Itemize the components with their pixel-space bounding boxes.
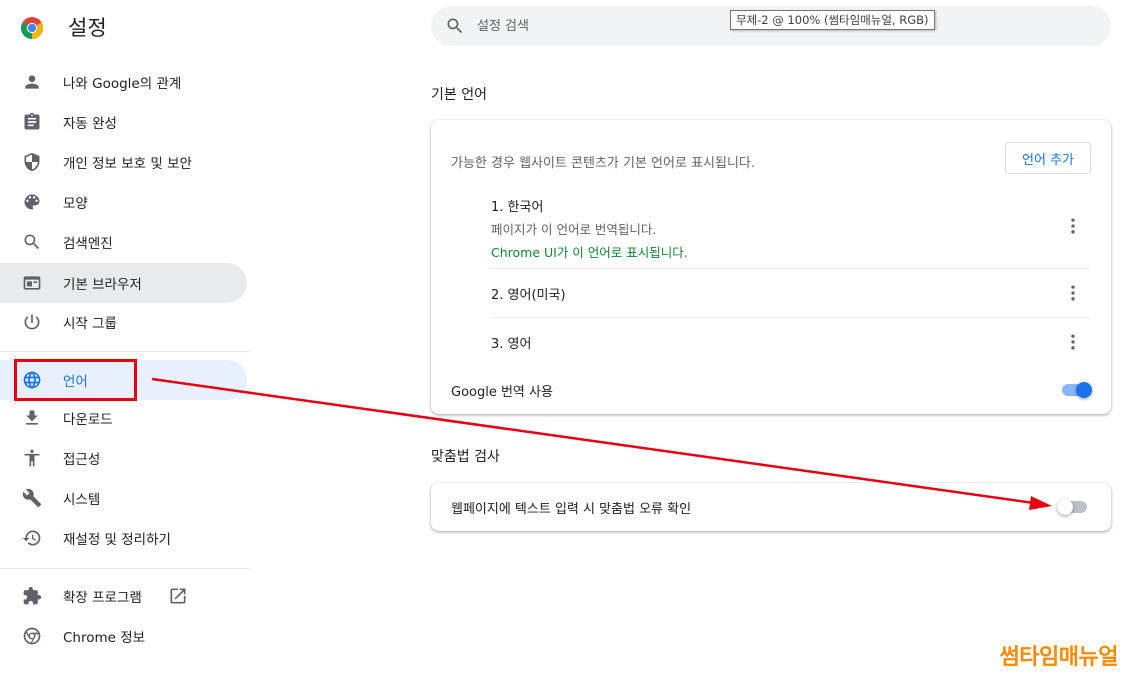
- document-tooltip: 무제-2 @ 100% (썸타임매뉴얼, RGB): [730, 10, 935, 30]
- sidebar-item-label: 다운로드: [63, 412, 113, 428]
- google-translate-toggle[interactable]: [1060, 382, 1092, 398]
- sidebar-item-label: 개인 정보 보호 및 보안: [63, 156, 192, 172]
- open-in-new-icon: [168, 586, 188, 606]
- sidebar-item-reset[interactable]: 재설정 및 정리하기: [0, 518, 247, 558]
- language-row: 2. 영어(미국): [491, 284, 1091, 303]
- sidebar-item-google-account[interactable]: 나와 Google의 관계: [0, 62, 247, 102]
- spellcheck-card: 웹페이지에 텍스트 입력 시 맞춤법 오류 확인: [431, 483, 1111, 531]
- sidebar-item-label: 나와 Google의 관계: [63, 76, 182, 92]
- sidebar-divider: [0, 568, 250, 569]
- sidebar-divider: [0, 351, 250, 352]
- sidebar-item-appearance[interactable]: 모양: [0, 182, 247, 222]
- languages-description: 가능한 경우 웹사이트 콘텐츠가 기본 언어로 표시됩니다.: [451, 156, 756, 171]
- sidebar-item-autofill[interactable]: 자동 완성: [0, 102, 247, 142]
- more-actions-icon[interactable]: [1061, 281, 1085, 305]
- sidebar-item-label: 시작 그룹: [63, 316, 117, 332]
- search-icon: [22, 232, 42, 252]
- sidebar-item-system[interactable]: 시스템: [0, 478, 247, 518]
- row-divider: [491, 317, 1091, 318]
- language-ui-note: Chrome UI가 이 언어로 표시됩니다.: [491, 245, 688, 260]
- sidebar-item-accessibility[interactable]: 접근성: [0, 438, 247, 478]
- sidebar-item-downloads[interactable]: 다운로드: [0, 398, 247, 438]
- clipboard-icon: [22, 112, 42, 132]
- sidebar-item-label: 검색엔진: [63, 236, 113, 252]
- language-translate-note: 페이지가 이 언어로 번역됩니다.: [491, 222, 657, 237]
- languages-card: 가능한 경우 웹사이트 콘텐츠가 기본 언어로 표시됩니다. 언어 추가 1. …: [431, 120, 1111, 414]
- language-row: 1. 한국어 페이지가 이 언어로 번역됩니다. Chrome UI가 이 언어…: [491, 196, 1091, 261]
- language-row: 3. 영어: [491, 333, 1091, 352]
- chrome-logo-icon: [21, 17, 43, 39]
- puzzle-icon: [22, 586, 42, 606]
- sidebar-item-label: Chrome 정보: [63, 630, 146, 646]
- sidebar-item-about-chrome[interactable]: Chrome 정보: [0, 616, 247, 656]
- google-translate-label: Google 번역 사용: [451, 385, 553, 400]
- sidebar-item-label: 자동 완성: [63, 116, 117, 132]
- annotation-highlight-box: [14, 359, 137, 401]
- sidebar-item-label: 접근성: [63, 452, 101, 468]
- toggle-knob: [1076, 382, 1092, 398]
- more-actions-icon[interactable]: [1061, 330, 1085, 354]
- sidebar-item-search-engine[interactable]: 검색엔진: [0, 222, 247, 262]
- spellcheck-section-title: 맞춤법 검사: [431, 449, 500, 465]
- spellcheck-toggle[interactable]: [1057, 499, 1089, 515]
- chrome-icon: [22, 626, 42, 646]
- add-language-button[interactable]: 언어 추가: [1005, 142, 1091, 174]
- browser-icon: [22, 273, 42, 293]
- row-divider: [491, 268, 1091, 269]
- shield-icon: [22, 152, 42, 172]
- sidebar-item-privacy[interactable]: 개인 정보 보호 및 보안: [0, 142, 247, 182]
- wrench-icon: [22, 488, 42, 508]
- spellcheck-label: 웹페이지에 텍스트 입력 시 맞춤법 오류 확인: [451, 502, 692, 517]
- watermark-logo: 썸타임매뉴얼: [999, 645, 1119, 670]
- power-icon: [22, 312, 42, 332]
- languages-section-title: 기본 언어: [431, 87, 487, 103]
- sidebar: 설정 나와 Google의 관계 자동 완성 개인 정보 보호 및 보안 모양 …: [0, 0, 250, 679]
- sidebar-item-on-startup[interactable]: 시작 그룹: [0, 302, 247, 342]
- sidebar-item-label: 재설정 및 정리하기: [63, 532, 171, 548]
- language-name: 2. 영어(미국): [491, 288, 566, 303]
- sidebar-item-label: 시스템: [63, 492, 101, 508]
- sidebar-item-label: 모양: [63, 196, 88, 212]
- download-icon: [22, 408, 42, 428]
- language-name: 3. 영어: [491, 337, 532, 352]
- toggle-knob: [1057, 499, 1073, 515]
- sidebar-item-label: 기본 브라우저: [63, 277, 142, 293]
- brand: 설정: [20, 14, 107, 42]
- sidebar-item-label: 확장 프로그램: [63, 590, 142, 606]
- sidebar-item-default-browser[interactable]: 기본 브라우저: [0, 263, 247, 303]
- search-icon: [445, 16, 465, 36]
- more-actions-icon[interactable]: [1061, 214, 1085, 238]
- page-title: 설정: [68, 16, 107, 40]
- accessibility-icon: [22, 448, 42, 468]
- sidebar-item-extensions[interactable]: 확장 프로그램: [0, 576, 247, 616]
- person-icon: [22, 72, 42, 92]
- palette-icon: [22, 192, 42, 212]
- history-icon: [22, 528, 42, 548]
- language-name: 1. 한국어: [491, 200, 544, 215]
